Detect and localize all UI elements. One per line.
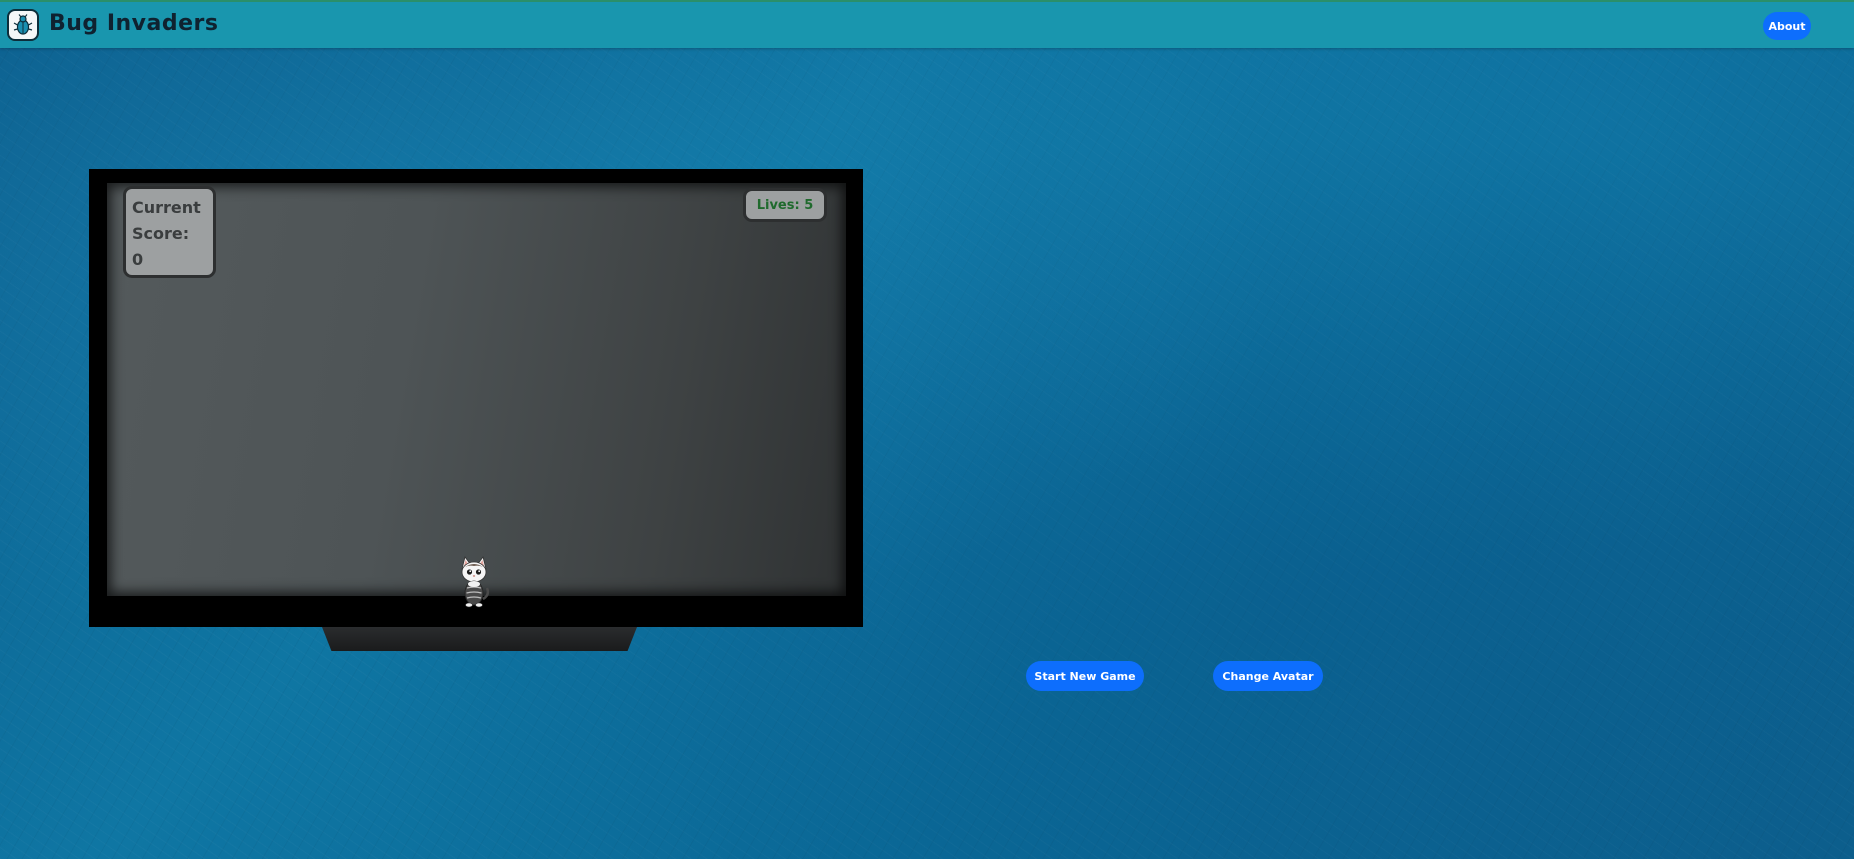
lives-label: Lives: xyxy=(756,197,800,213)
about-button[interactable]: About xyxy=(1763,12,1811,40)
score-panel: Current Score: 0 xyxy=(123,186,216,278)
change-avatar-button[interactable]: Change Avatar xyxy=(1213,661,1323,691)
tv-frame: Current Score: 0 Lives: 5 xyxy=(89,169,863,627)
start-new-game-button[interactable]: Start New Game xyxy=(1026,661,1144,691)
navbar: Bug Invaders About xyxy=(0,0,1854,48)
app-title[interactable]: Bug Invaders xyxy=(49,11,219,36)
lives-value: 5 xyxy=(804,197,814,213)
score-label: Current Score: xyxy=(132,198,201,243)
game-screen[interactable]: Current Score: 0 Lives: 5 xyxy=(107,183,846,608)
bug-logo-icon[interactable] xyxy=(7,9,39,41)
tv-stand xyxy=(322,627,637,651)
cat-avatar-icon xyxy=(461,556,490,608)
lives-panel: Lives: 5 xyxy=(743,188,827,222)
score-value: 0 xyxy=(132,250,144,269)
bug-icon xyxy=(13,14,33,35)
